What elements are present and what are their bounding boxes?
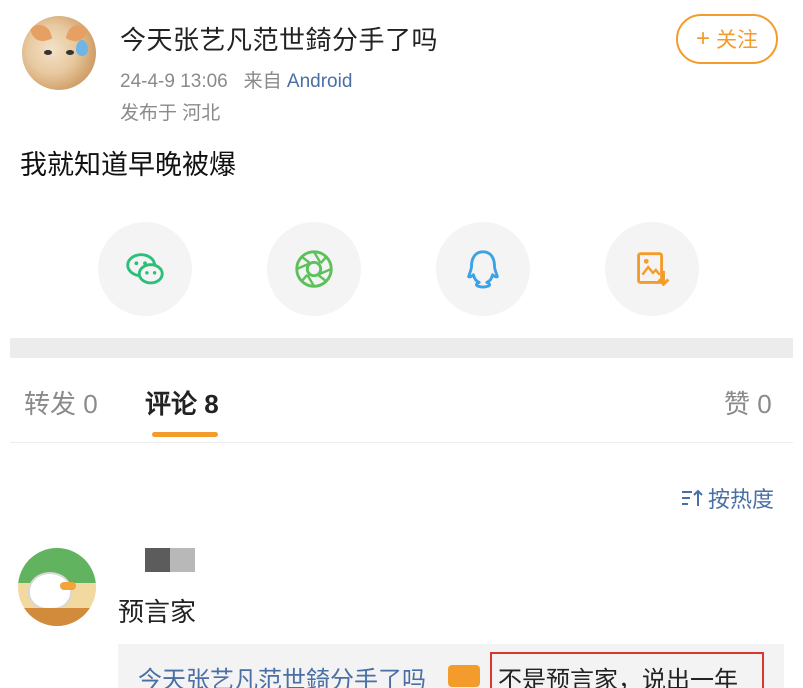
cat-eye-right	[66, 50, 74, 55]
post-date: 24-4-9 13:06	[120, 71, 228, 92]
share-qq-button[interactable]	[436, 222, 530, 316]
tabs-divider	[10, 442, 793, 443]
poster-name[interactable]: 今天张艺凡范世錡分手了吗	[120, 20, 438, 57]
tab-comments[interactable]: 评论 8	[145, 384, 219, 421]
follow-label: 关注	[716, 29, 758, 52]
commenter-name[interactable]: 预言家	[118, 592, 196, 629]
sort-label: 按热度	[708, 487, 775, 512]
duck-beak	[60, 582, 76, 590]
post-meta: 24-4-9 13:06 来自 Android	[120, 66, 352, 93]
tab-likes[interactable]: 赞 0	[724, 384, 772, 421]
qq-icon	[467, 250, 499, 289]
cat-ear-left	[29, 21, 53, 45]
plus-icon: +	[695, 25, 710, 52]
cat-eye-left	[44, 50, 52, 55]
active-tab-indicator	[152, 432, 218, 437]
author-badge	[448, 665, 480, 687]
highlight-box	[490, 652, 764, 688]
wechat-icon	[126, 253, 164, 285]
follow-button[interactable]: + 关注	[676, 14, 778, 64]
sweat-drop-icon	[76, 40, 88, 56]
share-wechat-button[interactable]	[98, 222, 192, 316]
reply-author[interactable]: 今天张艺凡范世錡分手了吗	[138, 660, 426, 688]
post-location: 发布于 河北	[120, 103, 221, 124]
save-image-icon	[637, 252, 670, 287]
avatar-ground	[18, 608, 96, 626]
post-source: Android	[286, 71, 353, 92]
commenter-avatar[interactable]	[18, 548, 96, 626]
sort-icon	[682, 489, 703, 506]
duck-body	[28, 572, 72, 610]
section-divider	[10, 338, 793, 358]
commenter-badge-blurred	[145, 548, 195, 572]
blur-block-dark	[145, 548, 170, 572]
post-body: 我就知道早晚被爆	[20, 150, 236, 180]
post-from-label: 来自	[243, 71, 282, 92]
sort-by-heat-button[interactable]: 按热度	[680, 482, 774, 514]
save-image-button[interactable]	[605, 222, 699, 316]
blur-block-light	[170, 548, 195, 572]
moments-icon	[295, 250, 333, 288]
tab-reposts[interactable]: 转发 0	[24, 384, 98, 421]
poster-avatar[interactable]	[22, 16, 96, 90]
share-moments-button[interactable]	[267, 222, 361, 316]
